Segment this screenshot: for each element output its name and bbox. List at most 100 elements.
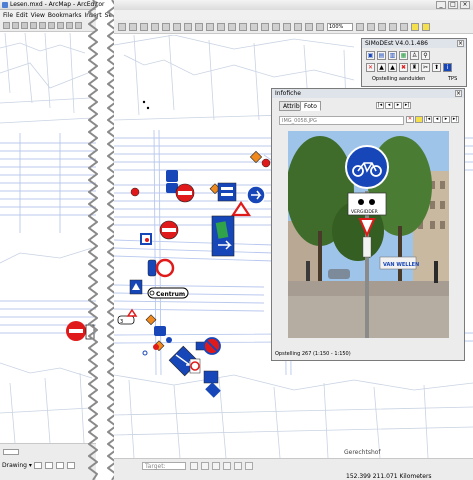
new-document-icon[interactable] xyxy=(3,22,10,29)
view-icon[interactable] xyxy=(400,23,408,31)
editor-icon[interactable] xyxy=(272,23,280,31)
rectangle-icon[interactable] xyxy=(56,462,64,469)
menu-file[interactable]: File xyxy=(3,12,13,19)
sketch-tool-icon[interactable] xyxy=(201,462,209,470)
zoom-out-icon[interactable] xyxy=(129,23,137,31)
simo-hat-icon[interactable]: ▲ xyxy=(377,63,386,72)
simo-cut-icon[interactable]: ✂ xyxy=(421,63,430,72)
simo-add-icon[interactable]: ▣ xyxy=(366,51,375,60)
opstelling-footer: Opstelling 267 (1:150 - 1:150) xyxy=(275,351,351,357)
minimize-button[interactable]: _ xyxy=(436,1,446,9)
photo-filename-field[interactable]: IMG_0058.JPG xyxy=(279,116,404,125)
opstelling-aanduiden-row[interactable]: Opstelling aanduiden xyxy=(372,76,425,82)
open-folder-icon[interactable] xyxy=(12,22,19,29)
simo-pole-icon[interactable]: ♙ xyxy=(410,51,419,60)
page-icon[interactable] xyxy=(356,23,364,31)
rotate-icon[interactable] xyxy=(45,462,53,469)
left-map-canvas[interactable] xyxy=(0,33,96,443)
yellow-tool-icon[interactable] xyxy=(411,23,419,31)
data-frame-icon[interactable] xyxy=(294,23,302,31)
menu-edit[interactable]: Edit xyxy=(16,12,28,19)
drawing-menu[interactable]: Drawing ▾ xyxy=(2,462,32,469)
layout-view-tabs[interactable] xyxy=(3,449,19,455)
sign-label-3: 3 xyxy=(120,319,123,325)
undo-icon[interactable] xyxy=(75,22,82,29)
identify-icon[interactable] xyxy=(228,23,236,31)
simo-sign-icon[interactable]: ♜ xyxy=(410,63,419,72)
delete-photo-icon[interactable]: ✕ xyxy=(406,116,414,123)
open-photo-icon[interactable] xyxy=(415,116,423,123)
simo-copy-icon[interactable]: ▦ xyxy=(399,51,408,60)
zoom-percentage-combo[interactable]: 100% xyxy=(327,23,353,31)
record-navigation: |◂ ◂ ▸ ▸| xyxy=(376,102,411,109)
back-extent-icon[interactable] xyxy=(184,23,192,31)
simo-binoculars-icon[interactable]: ⚲ xyxy=(421,51,430,60)
toc-icon[interactable] xyxy=(305,23,313,31)
save-icon[interactable] xyxy=(21,22,28,29)
pointer-icon[interactable] xyxy=(316,23,324,31)
cut-icon[interactable] xyxy=(39,22,46,29)
simo-mount-icon[interactable]: ▲ xyxy=(388,63,397,72)
photo-banner-text: VAN WELLEN xyxy=(383,262,419,268)
simo-edit-icon[interactable]: ▤ xyxy=(377,51,386,60)
first-photo-button[interactable]: |◂ xyxy=(424,116,432,123)
tab-foto[interactable]: Foto xyxy=(300,101,321,111)
paste-icon[interactable] xyxy=(57,22,64,29)
editor-tools xyxy=(190,462,253,470)
infofiche-close-button[interactable]: × xyxy=(455,90,462,97)
find-icon[interactable] xyxy=(239,23,247,31)
focus-icon[interactable] xyxy=(367,23,375,31)
next-photo-button[interactable]: ▸ xyxy=(442,116,450,123)
menu-bookmarks[interactable]: Bookmarks xyxy=(48,12,82,19)
forward-extent-icon[interactable] xyxy=(195,23,203,31)
copy-icon[interactable] xyxy=(48,22,55,29)
infofiche-panel: Infofiche × Attrib Foto |◂ ◂ ▸ ▸| IMG_00… xyxy=(271,88,465,361)
simo-info-icon[interactable]: i xyxy=(443,63,452,72)
sketch-properties-icon[interactable] xyxy=(245,462,253,470)
right-tools-toolbar: 100% xyxy=(114,20,473,34)
left-status-area: Drawing ▾ xyxy=(0,443,96,480)
select-features-icon[interactable] xyxy=(206,23,214,31)
maximize-button[interactable]: □ xyxy=(448,1,458,9)
split-tool-icon[interactable] xyxy=(212,462,220,470)
simo-move-icon[interactable]: ▥ xyxy=(388,51,397,60)
last-record-button[interactable]: ▸| xyxy=(403,102,411,109)
text-a-icon[interactable] xyxy=(67,462,75,469)
tps-label: TPS xyxy=(448,76,458,82)
last-photo-button[interactable]: ▸| xyxy=(451,116,459,123)
pan-hand-icon[interactable] xyxy=(162,23,170,31)
measure-icon[interactable] xyxy=(250,23,258,31)
previous-photo-button[interactable]: ◂ xyxy=(433,116,441,123)
simo-arrow-icon[interactable]: ⬆ xyxy=(432,63,441,72)
tps-checkbox[interactable]: TPS xyxy=(448,76,457,82)
layout-icon[interactable] xyxy=(283,23,291,31)
zoom-in-icon[interactable] xyxy=(118,23,126,31)
fixed-zoom-in-icon[interactable] xyxy=(140,23,148,31)
street-sign-photo: VAN WELLEN VERGIDDER xyxy=(288,131,449,338)
print-icon[interactable] xyxy=(30,22,37,29)
attributes-icon[interactable] xyxy=(234,462,242,470)
hyperlink-icon[interactable] xyxy=(261,23,269,31)
close-window-button[interactable]: × xyxy=(460,1,470,9)
simodest-close-button[interactable]: × xyxy=(457,40,464,47)
edit-tool-icon[interactable] xyxy=(190,462,198,470)
simo-delete-icon[interactable]: ✕ xyxy=(366,63,375,72)
full-extent-globe-icon[interactable] xyxy=(173,23,181,31)
rotate-tool-icon[interactable] xyxy=(223,462,231,470)
simo-remove-icon[interactable]: ✖ xyxy=(399,63,408,72)
previous-record-button[interactable]: ◂ xyxy=(385,102,393,109)
next-record-button[interactable]: ▸ xyxy=(394,102,402,109)
star-tool-icon[interactable] xyxy=(422,23,430,31)
first-record-button[interactable]: |◂ xyxy=(376,102,384,109)
edit-target-combo[interactable]: Target: xyxy=(142,462,186,470)
delete-icon[interactable] xyxy=(66,22,73,29)
opstelling-checkbox-label: Opstelling aanduiden xyxy=(372,76,426,82)
simodest-toolbar-panel: SIMoDEst V4.0.1.486 × ▣ ▤ ▥ ▦ ♙ ⚲ ✕ ▲ ▲ … xyxy=(361,38,467,87)
change-layout-icon[interactable] xyxy=(389,23,397,31)
fit-icon[interactable] xyxy=(378,23,386,31)
menu-view[interactable]: View xyxy=(31,12,45,19)
right-menu-bar xyxy=(114,10,473,20)
select-elements-icon[interactable] xyxy=(217,23,225,31)
fixed-zoom-out-icon[interactable] xyxy=(151,23,159,31)
select-arrow-icon[interactable] xyxy=(34,462,42,469)
